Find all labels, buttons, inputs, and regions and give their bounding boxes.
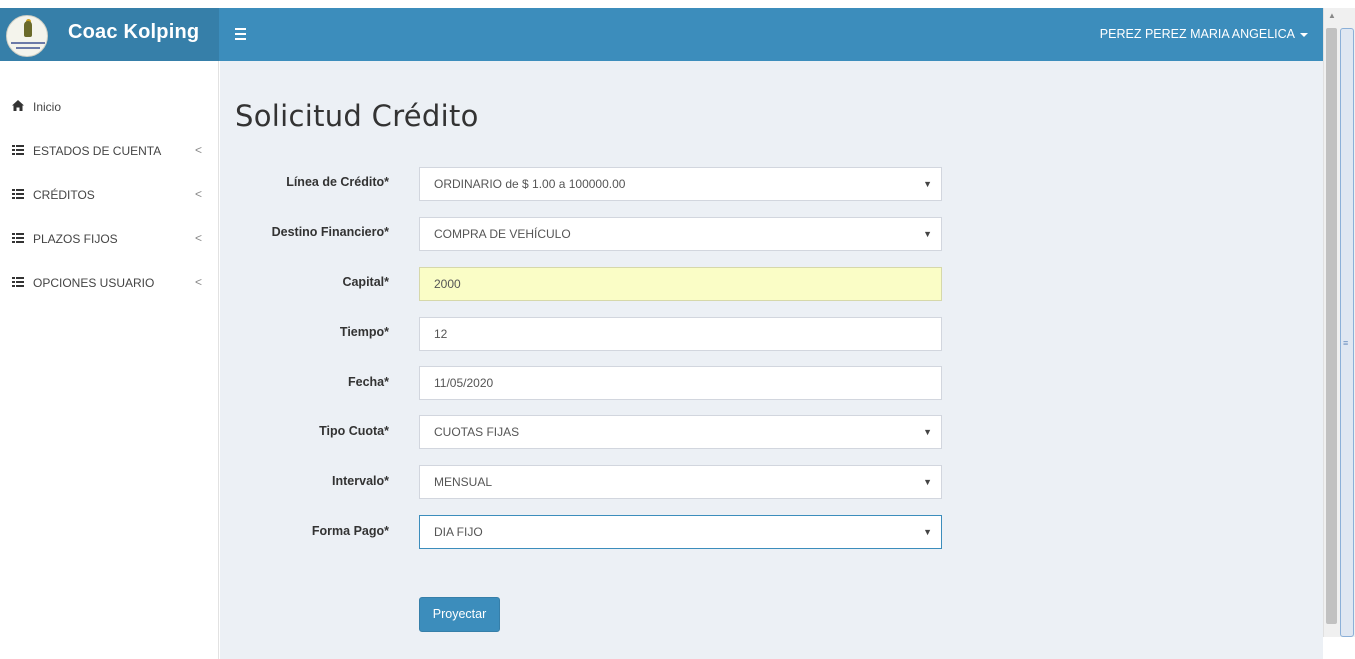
home-icon	[12, 100, 24, 111]
page-title: Solicitud Crédito	[235, 99, 479, 133]
sidebar: Inicio ESTADOS DE CUENTA < CRÉDITOS < PL…	[0, 61, 219, 659]
chevron-left-icon: <	[195, 231, 203, 245]
linea-credito-label: Línea de Crédito*	[286, 175, 389, 189]
kolping-logo	[6, 15, 48, 57]
menu-toggle-icon[interactable]	[235, 24, 249, 42]
capital-input[interactable]: 2000	[419, 267, 942, 301]
sidebar-item-label: OPCIONES USUARIO	[33, 276, 155, 290]
tiempo-label: Tiempo*	[339, 325, 389, 339]
forma-pago-select[interactable]: DIA FIJO ▼	[419, 515, 942, 549]
sidebar-item-estados-de-cuenta[interactable]: ESTADOS DE CUENTA <	[0, 141, 219, 163]
forma-pago-value: DIA FIJO	[434, 525, 483, 539]
fecha-input[interactable]: 11/05/2020	[419, 366, 942, 400]
intervalo-value: MENSUAL	[434, 475, 493, 489]
sidebar-item-label: PLAZOS FIJOS	[33, 232, 118, 246]
list-icon	[12, 233, 24, 243]
proyectar-button[interactable]: Proyectar	[419, 597, 500, 632]
user-name: PEREZ PEREZ MARIA ANGELICA	[1099, 27, 1295, 41]
top-navbar: Coac Kolping PEREZ PEREZ MARIA ANGELICA	[0, 8, 1323, 61]
tiempo-input[interactable]: 12	[419, 317, 942, 351]
fecha-label: Fecha*	[348, 375, 389, 389]
linea-credito-select[interactable]: ORDINARIO de $ 1.00 a 100000.00 ▼	[419, 167, 942, 201]
brand-name[interactable]: Coac Kolping	[68, 21, 199, 44]
sidebar-item-opciones-usuario[interactable]: OPCIONES USUARIO <	[0, 273, 219, 295]
list-icon	[12, 145, 24, 155]
user-menu[interactable]: PEREZ PEREZ MARIA ANGELICA	[1100, 27, 1308, 41]
select-caret-icon: ▼	[923, 477, 932, 487]
scrollbar-thumb[interactable]	[1326, 28, 1337, 624]
sidebar-item-inicio[interactable]: Inicio	[0, 97, 219, 119]
caret-down-icon	[1300, 32, 1308, 37]
destino-financiero-select[interactable]: COMPRA DE VEHÍCULO ▼	[419, 217, 942, 251]
intervalo-label: Intervalo*	[332, 474, 389, 488]
tipo-cuota-value: CUOTAS FIJAS	[434, 425, 520, 439]
intervalo-select[interactable]: MENSUAL ▼	[419, 465, 942, 499]
sidebar-item-label: CRÉDITOS	[33, 188, 95, 202]
select-caret-icon: ▼	[923, 527, 932, 537]
sidebar-item-label: Inicio	[33, 100, 62, 114]
chevron-left-icon: <	[195, 275, 203, 289]
tiempo-value: 12	[434, 327, 448, 341]
tipo-cuota-label: Tipo Cuota*	[319, 424, 389, 438]
chevron-left-icon: <	[195, 143, 203, 157]
forma-pago-label: Forma Pago*	[311, 524, 389, 538]
tipo-cuota-select[interactable]: CUOTAS FIJAS ▼	[419, 415, 942, 449]
grip-icon: ≡	[1343, 338, 1349, 348]
destino-financiero-value: COMPRA DE VEHÍCULO	[434, 227, 571, 241]
secondary-scrollbar[interactable]: ≡	[1340, 28, 1354, 637]
capital-label: Capital*	[342, 275, 389, 289]
window-top-strip	[0, 0, 1355, 8]
linea-credito-value: ORDINARIO de $ 1.00 a 100000.00	[434, 177, 626, 191]
scroll-up-arrow-icon[interactable]: ▲	[1324, 8, 1340, 24]
sidebar-item-plazos-fijos[interactable]: PLAZOS FIJOS <	[0, 229, 219, 251]
destino-financiero-label: Destino Financiero*	[271, 225, 389, 239]
chevron-left-icon: <	[195, 187, 203, 201]
select-caret-icon: ▼	[923, 427, 932, 437]
sidebar-item-creditos[interactable]: CRÉDITOS <	[0, 185, 219, 207]
capital-value: 2000	[434, 277, 461, 291]
fecha-value: 11/05/2020	[434, 376, 494, 390]
select-caret-icon: ▼	[923, 229, 932, 239]
sidebar-item-label: ESTADOS DE CUENTA	[33, 144, 162, 158]
content-area: Solicitud Crédito Línea de Crédito* ORDI…	[220, 61, 1323, 659]
logo-area[interactable]: Coac Kolping	[0, 8, 219, 61]
select-caret-icon: ▼	[923, 179, 932, 189]
list-icon	[12, 189, 24, 199]
page-scrollbar[interactable]: ▲ ≡	[1323, 8, 1355, 637]
list-icon	[12, 277, 24, 287]
